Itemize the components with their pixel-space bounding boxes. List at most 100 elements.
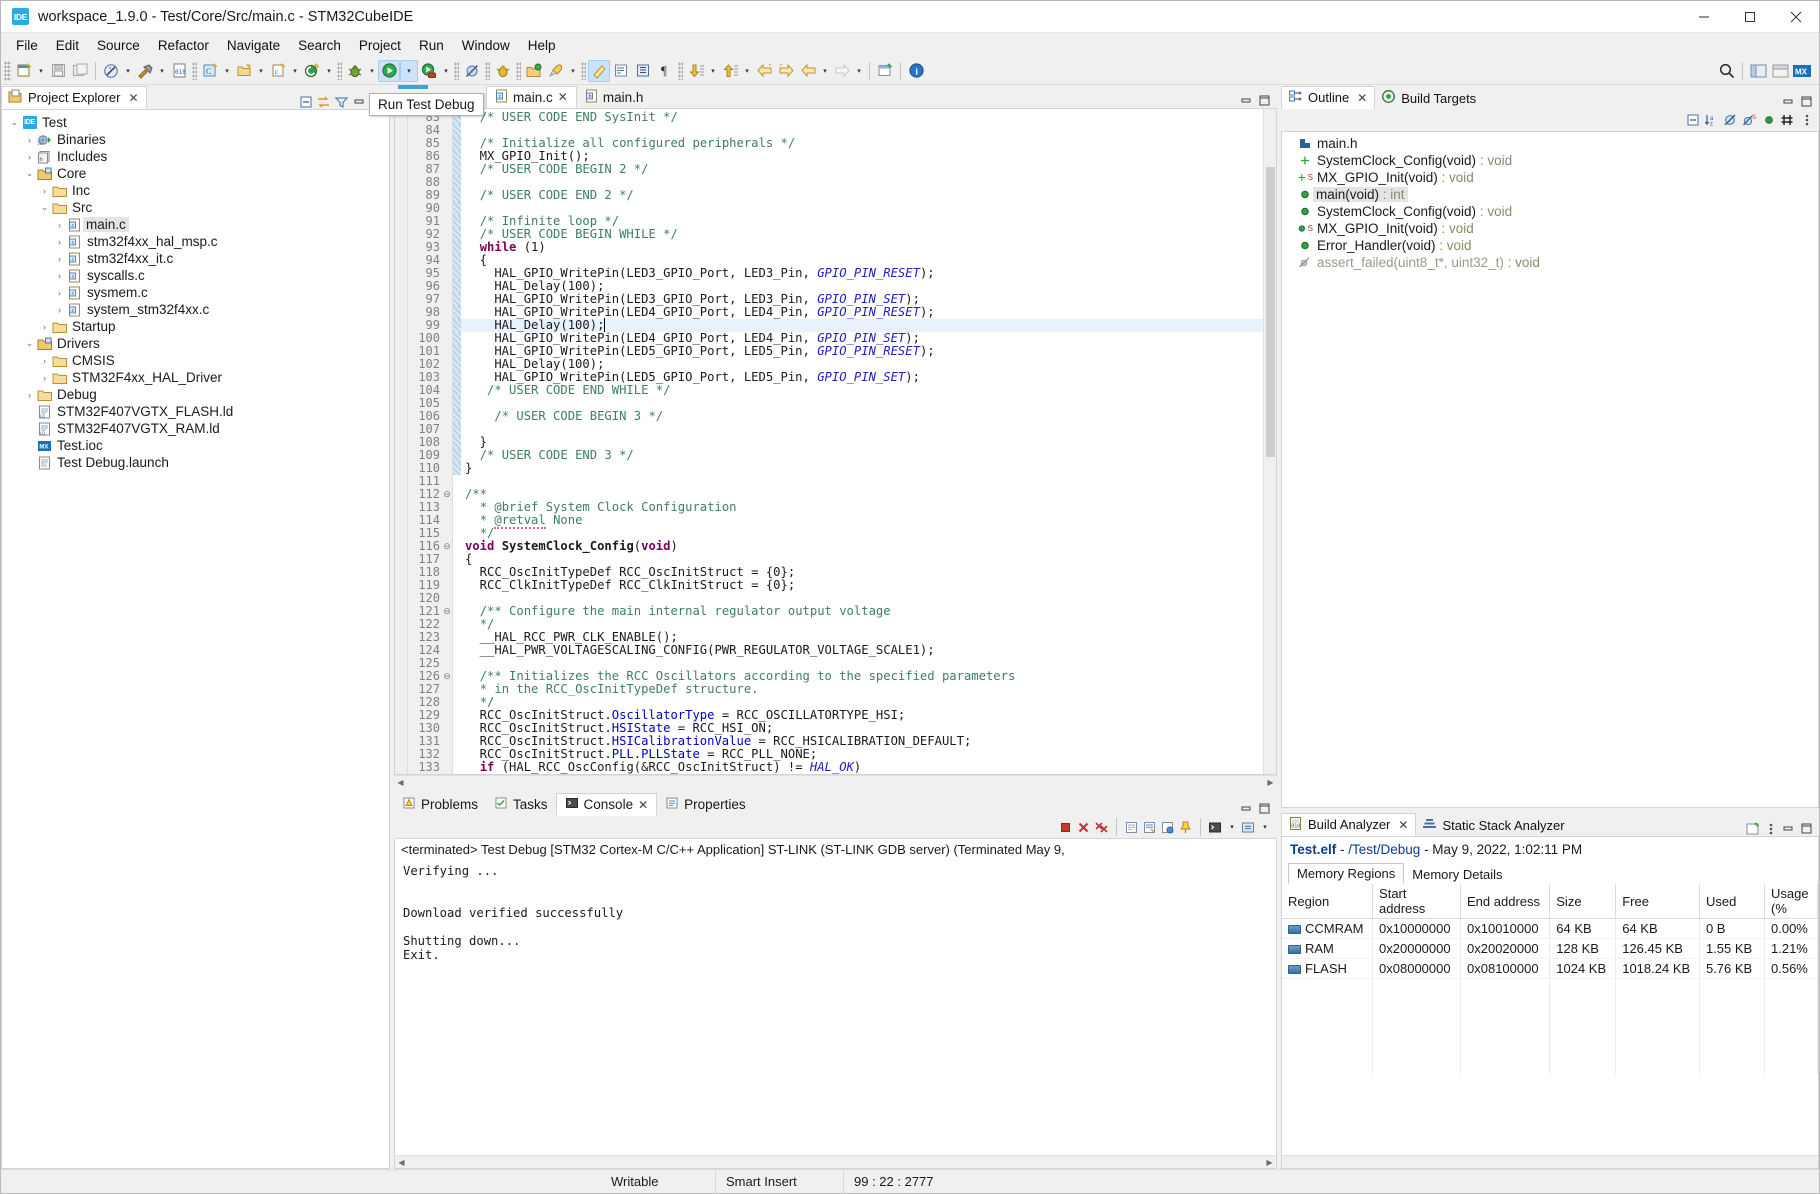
pilcrow-icon[interactable]: ¶ — [654, 60, 676, 82]
tab-problems[interactable]: Problems — [394, 793, 486, 816]
hide-fields-icon[interactable] — [1723, 113, 1738, 128]
tab-static-stack-analyzer[interactable]: Static Stack Analyzer — [1416, 813, 1571, 836]
editor-tab-main-c[interactable]: .c main.c ✕ — [486, 86, 577, 108]
menu-run[interactable]: Run — [410, 36, 453, 55]
collapse-all-icon[interactable] — [298, 94, 313, 109]
close-icon[interactable]: ✕ — [128, 91, 138, 105]
project-tree[interactable]: ⌄ IDE Test › 10 Binaries › h Includes ⌄ Core › Inc ⌄ S… — [2, 110, 389, 471]
fold-collapse-icon[interactable]: ⊖ — [442, 540, 452, 553]
tree-item-stm32f4xx-hal-msp-c[interactable]: › .c stm32f4xx_hal_msp.c — [2, 233, 389, 250]
subtab-memory-regions[interactable]: Memory Regions — [1288, 863, 1405, 884]
close-icon[interactable]: ✕ — [558, 90, 568, 104]
code-line[interactable]: /* USER CODE BEGIN 3 */ — [461, 410, 1263, 423]
new-file-dropdown-icon[interactable]: ▾ — [35, 60, 47, 82]
skip-breakpoints-icon[interactable] — [461, 60, 483, 82]
minimize-outline-icon[interactable] — [1781, 94, 1796, 109]
chevron-right-icon[interactable]: › — [53, 220, 66, 230]
table-row[interactable]: RAM 0x20000000 0x20020000 128 KB 126.45 KB 1.… — [1282, 938, 1818, 959]
new-class-dropdown-icon[interactable]: ▾ — [323, 60, 335, 82]
run-dropdown-icon[interactable]: ▾ — [400, 59, 418, 82]
tree-item-test-debug-launch[interactable]: Test Debug.launch — [2, 454, 389, 471]
outline-item[interactable]: SystemClock_Config(void) : void — [1282, 152, 1818, 169]
new-c-project-dropdown-icon[interactable]: ▾ — [221, 60, 233, 82]
code-line[interactable]: while (1) — [461, 241, 1263, 254]
binary-file-icon[interactable]: 010 — [168, 60, 190, 82]
console-output[interactable]: Verifying ... Download verified successf… — [395, 860, 1276, 1155]
chevron-right-icon[interactable]: › — [53, 237, 66, 247]
outline-item[interactable]: main(void) : int — [1282, 186, 1818, 203]
back-history-icon[interactable] — [753, 60, 775, 82]
chevron-right-icon[interactable]: › — [53, 254, 66, 264]
open-console-dropdown-icon[interactable]: ▾ — [1259, 816, 1271, 838]
clear-console-icon[interactable] — [1124, 820, 1139, 835]
view-menu-icon[interactable] — [1799, 113, 1814, 128]
hide-macros-icon[interactable] — [1780, 113, 1795, 128]
close-icon[interactable]: ✕ — [1398, 818, 1408, 832]
scroll-right-icon[interactable]: ▶ — [1263, 1158, 1276, 1167]
chevron-down-icon[interactable]: ⌄ — [38, 202, 51, 213]
scroll-left-icon[interactable]: ◀ — [394, 778, 407, 787]
tree-item-startup[interactable]: › Startup — [2, 318, 389, 335]
tab-build-analyzer[interactable]: 010 Build Analyzer ✕ — [1281, 813, 1417, 836]
table-row[interactable]: FLASH 0x08000000 0x08100000 1024 KB 1018.24 … — [1282, 958, 1818, 979]
collapse-all-icon[interactable] — [1685, 113, 1700, 128]
search-icon[interactable] — [1716, 60, 1738, 82]
column-header[interactable]: Usage (% — [1764, 884, 1818, 919]
chevron-right-icon[interactable]: › — [53, 305, 66, 315]
outline-list[interactable]: main.h SystemClock_Config(void) : void S MX… — [1282, 132, 1818, 271]
debug-configurations-icon[interactable] — [492, 60, 514, 82]
perspective-debug-icon[interactable] — [1769, 60, 1791, 82]
tab-build-targets[interactable]: Build Targets — [1375, 86, 1483, 109]
close-icon[interactable]: ✕ — [638, 798, 648, 812]
outline-item[interactable]: assert_failed(uint8_t*, uint32_t) : void — [1282, 254, 1818, 271]
tab-project-explorer[interactable]: Project Explorer ✕ — [1, 86, 147, 109]
chevron-right-icon[interactable]: › — [53, 271, 66, 281]
view-menu-filter-icon[interactable] — [334, 94, 349, 109]
menu-navigate[interactable]: Navigate — [218, 36, 289, 55]
column-header[interactable]: Start address — [1372, 884, 1462, 919]
maximize-button[interactable] — [1727, 1, 1773, 33]
chevron-right-icon[interactable]: › — [23, 390, 36, 400]
back-navigation-dropdown-icon[interactable]: ▾ — [819, 60, 831, 82]
chevron-down-icon[interactable]: ⌄ — [23, 168, 36, 179]
minimize-editor-icon[interactable] — [1239, 93, 1254, 108]
minimize-button[interactable] — [1681, 1, 1727, 33]
tree-item-inc[interactable]: › Inc — [2, 182, 389, 199]
refresh-icon[interactable] — [1745, 821, 1760, 836]
minimize-view-icon[interactable] — [352, 94, 367, 109]
editor-annotation-ruler[interactable] — [395, 109, 408, 774]
code-line[interactable]: /* USER CODE END SysInit */ — [461, 111, 1263, 124]
outline-item[interactable]: S MX_GPIO_Init(void) : void — [1282, 220, 1818, 237]
column-header[interactable]: Free — [1615, 884, 1700, 919]
editor-source-code[interactable]: /* USER CODE END SysInit */ /* Initializ… — [461, 109, 1263, 774]
link-with-editor-icon[interactable] — [316, 94, 331, 109]
outline-item[interactable]: SystemClock_Config(void) : void — [1282, 203, 1818, 220]
build-all-icon[interactable] — [100, 60, 122, 82]
build-all-dropdown-icon[interactable]: ▾ — [122, 60, 134, 82]
remove-launch-icon[interactable] — [1076, 820, 1091, 835]
show-console-on-output-icon[interactable] — [1160, 820, 1175, 835]
menu-search[interactable]: Search — [289, 36, 350, 55]
code-line[interactable]: void SystemClock_Config(void) — [461, 540, 1263, 553]
new-file-icon[interactable] — [13, 60, 35, 82]
menu-project[interactable]: Project — [350, 36, 410, 55]
display-selected-console-icon[interactable] — [1208, 820, 1223, 835]
next-annotation-dropdown-icon[interactable]: ▾ — [707, 60, 719, 82]
tree-item-sysmem-c[interactable]: › .c sysmem.c — [2, 284, 389, 301]
menu-file[interactable]: File — [7, 36, 47, 55]
chevron-right-icon[interactable]: › — [38, 186, 51, 196]
fold-collapse-icon[interactable]: ⊖ — [442, 488, 452, 501]
tab-outline[interactable]: Outline ✕ — [1281, 86, 1376, 109]
scroll-left-icon[interactable]: ◀ — [395, 1158, 408, 1167]
chevron-right-icon[interactable]: › — [38, 356, 51, 366]
toggle-mark-occurrences-icon[interactable] — [588, 59, 610, 82]
block-selection-icon[interactable] — [632, 60, 654, 82]
perspective-mx-icon[interactable]: MX — [1791, 60, 1813, 82]
new-source-file-icon[interactable]: c — [267, 60, 289, 82]
code-line[interactable]: /* USER CODE BEGIN WHILE */ — [461, 228, 1263, 241]
tree-item-drivers[interactable]: ⌄ Drivers — [2, 335, 389, 352]
hide-non-public-icon[interactable] — [1761, 113, 1776, 128]
outline-item[interactable]: Error_Handler(void) : void — [1282, 237, 1818, 254]
column-header[interactable]: Used — [1699, 884, 1766, 919]
code-line[interactable] — [461, 475, 1263, 488]
